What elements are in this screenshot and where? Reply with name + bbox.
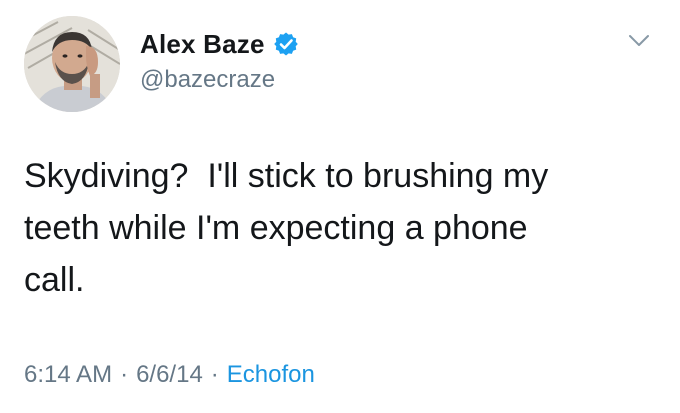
tweet-header: Alex Baze @bazecraze [140, 28, 299, 94]
verified-badge-icon [273, 31, 299, 57]
meta-separator: · [120, 361, 129, 388]
tweet-metadata: 6:14 AM · 6/6/14 · Echofon [24, 361, 315, 389]
tweet-date[interactable]: 6/6/14 [136, 361, 203, 389]
avatar-image [24, 16, 120, 112]
tweet-time[interactable]: 6:14 AM [24, 361, 112, 389]
author-handle[interactable]: @bazecraze [140, 66, 299, 94]
meta-separator: · [210, 361, 219, 388]
tweet-source-link[interactable]: Echofon [227, 361, 315, 389]
author-name-row: Alex Baze [140, 28, 299, 60]
tweet-card: Alex Baze @bazecraze Skydiving? I'll sti… [0, 0, 680, 413]
author-display-name[interactable]: Alex Baze [140, 29, 265, 60]
chevron-down-icon[interactable] [628, 34, 650, 48]
tweet-text: Skydiving? I'll stick to brushing my tee… [24, 157, 549, 299]
avatar[interactable] [24, 16, 120, 112]
